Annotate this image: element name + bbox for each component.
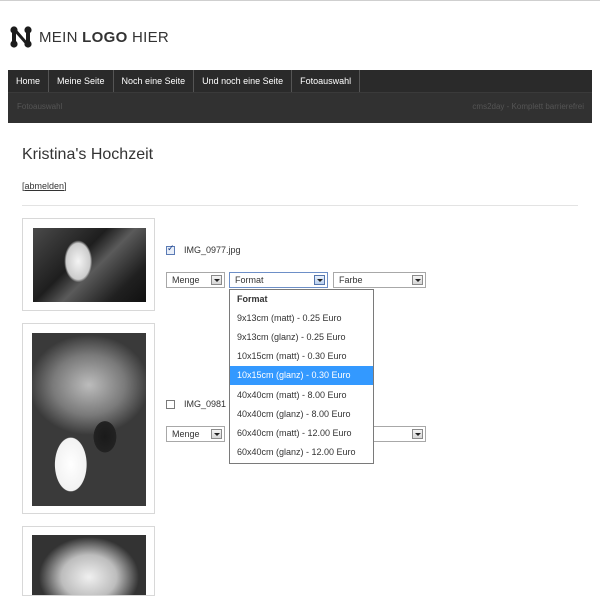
photo-filename: IMG_0981	[184, 399, 227, 409]
photo-image	[32, 333, 146, 506]
photo-filename: IMG_0977.jpg	[184, 245, 241, 255]
dropdown-option[interactable]: 10x15cm (matt) - 0.30 Euro	[230, 347, 373, 366]
logo-text: MEIN LOGO HIER	[39, 29, 169, 46]
nav-item-meine-seite[interactable]: Meine Seite	[49, 70, 114, 92]
dropdown-option[interactable]: 9x13cm (matt) - 0.25 Euro	[230, 309, 373, 328]
nav-item-home[interactable]: Home	[8, 70, 50, 92]
photo-image	[32, 535, 146, 595]
photo-checkbox[interactable]	[166, 244, 175, 255]
menge-select[interactable]: Menge	[166, 272, 225, 288]
logout-bracket-close: ]	[64, 181, 67, 191]
main-navigation: Home Meine Seite Noch eine Seite Und noc…	[8, 70, 592, 123]
dropdown-header: Format	[237, 294, 268, 304]
logout-link[interactable]: [abmelden]	[22, 181, 67, 191]
menge-select[interactable]: Menge	[166, 426, 225, 442]
photo-thumbnail[interactable]	[22, 323, 155, 514]
breadcrumb: Fotoauswahl	[17, 102, 63, 111]
photo-checkbox[interactable]	[166, 399, 175, 409]
top-border	[0, 0, 600, 1]
photo-select-row: IMG_0977.jpg	[166, 243, 241, 257]
format-select-value: Format	[235, 275, 264, 285]
dropdown-option[interactable]: 60x40cm (matt) - 12.00 Euro	[230, 424, 373, 443]
nav-item-fotoauswahl[interactable]: Fotoauswahl	[292, 70, 361, 92]
sub-header-bar: Fotoauswahl cms2day - Komplett barrieref…	[8, 92, 592, 123]
site-logo[interactable]: MEIN LOGO HIER	[9, 24, 169, 50]
format-dropdown-list: Format 9x13cm (matt) - 0.25 Euro 9x13cm …	[229, 289, 374, 464]
farbe-select[interactable]: Farbe	[333, 272, 426, 288]
nav-menu: Home Meine Seite Noch eine Seite Und noc…	[8, 70, 361, 92]
nav-item-und-noch-eine-seite[interactable]: Und noch eine Seite	[194, 70, 293, 92]
photo-thumbnail[interactable]	[22, 526, 155, 596]
page-title: Kristina's Hochzeit	[22, 146, 154, 163]
dropdown-option[interactable]: 9x13cm (glanz) - 0.25 Euro	[230, 328, 373, 347]
photo-select-row: IMG_0981	[166, 397, 226, 411]
logo-n-icon	[10, 26, 32, 48]
dropdown-option[interactable]: 40x40cm (glanz) - 8.00 Euro	[230, 405, 373, 424]
photo-thumbnail[interactable]	[22, 218, 155, 311]
site-tagline: cms2day - Komplett barrierefrei	[472, 102, 584, 111]
chevron-down-icon[interactable]	[211, 429, 222, 439]
content-divider	[22, 205, 578, 206]
nav-item-noch-eine-seite[interactable]: Noch eine Seite	[114, 70, 195, 92]
logo-text-bold: LOGO	[82, 28, 128, 46]
photo-image	[33, 228, 146, 302]
chevron-down-icon[interactable]	[412, 429, 423, 439]
farbe-select-value: Farbe	[339, 275, 363, 285]
menge-select-value: Menge	[172, 275, 200, 285]
format-select[interactable]: Format	[229, 272, 328, 288]
chevron-down-icon[interactable]	[211, 275, 222, 285]
logout-label[interactable]: abmelden	[25, 181, 65, 191]
logo-text-end: HIER	[127, 28, 170, 46]
chevron-down-icon[interactable]	[412, 275, 423, 285]
menge-select-value: Menge	[172, 429, 200, 439]
logo-text-light: MEIN	[39, 28, 83, 46]
dropdown-option[interactable]: 60x40cm (glanz) - 12.00 Euro	[230, 443, 373, 462]
chevron-down-icon[interactable]	[314, 275, 325, 285]
dropdown-option[interactable]: 40x40cm (matt) - 8.00 Euro	[230, 386, 373, 405]
dropdown-option-selected[interactable]: 10x15cm (glanz) - 0.30 Euro	[230, 366, 373, 385]
